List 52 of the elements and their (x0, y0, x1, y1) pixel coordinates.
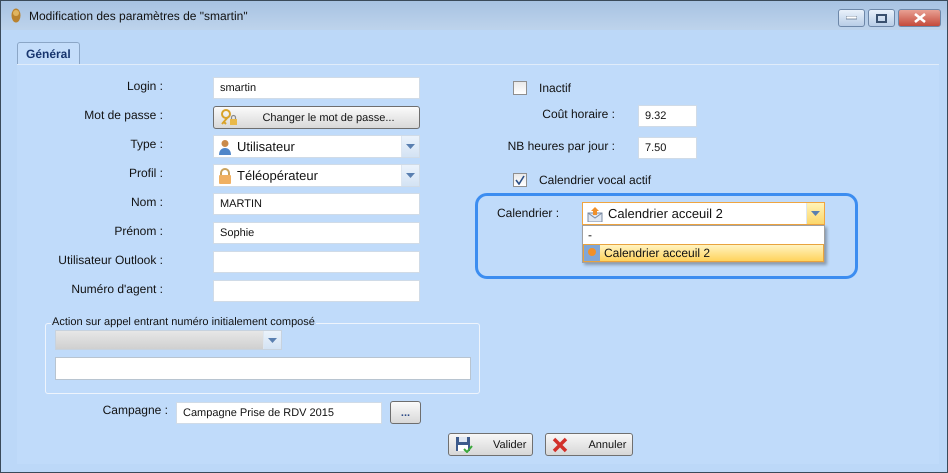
checkbox-label: Inactif (539, 81, 572, 95)
window-title: Modification des paramètres de "smartin" (29, 8, 249, 22)
checkbox[interactable] (513, 81, 527, 95)
checkbox-label: Calendrier vocal actif (539, 173, 652, 187)
dropdown-option[interactable]: Calendrier acceuil 2 (583, 244, 824, 262)
change-password-button[interactable]: Changer le mot de passe... (213, 106, 420, 129)
field-label: Campagne : (102, 402, 168, 417)
browse-button[interactable]: ... (390, 401, 421, 424)
field-label: Mot de passe : (83, 107, 163, 122)
input-field[interactable] (213, 280, 420, 302)
lock-icon (218, 168, 232, 184)
cancel-button[interactable]: Annuler (545, 433, 634, 456)
person-icon (218, 138, 232, 154)
field-label: Utilisateur Outlook : (57, 252, 163, 267)
key-lock-icon (220, 109, 238, 126)
input-field[interactable]: 9.32 (638, 105, 697, 127)
close-icon (914, 13, 926, 23)
dropdown[interactable]: Utilisateur (213, 135, 420, 158)
field-label: Calendrier : (497, 205, 560, 220)
field-label: NB heures par jour : (506, 138, 615, 153)
tab[interactable]: Général (17, 42, 80, 65)
input-field[interactable]: Sophie (213, 222, 420, 244)
input-field[interactable] (55, 357, 471, 380)
group-title: Action sur appel entrant numéro initialement composé (51, 316, 316, 328)
field-label: Prénom : (113, 223, 163, 238)
field-label: Coût horaire : (541, 106, 615, 121)
input-field[interactable]: MARTIN (213, 193, 420, 215)
field-label: Numéro d'agent : (70, 281, 163, 296)
caret-icon (811, 211, 820, 216)
close-button[interactable] (898, 9, 941, 27)
validate-button[interactable]: Valider (448, 433, 534, 456)
maximize-icon (876, 14, 887, 22)
field-label: Type : (129, 136, 163, 151)
minimize-icon (846, 16, 857, 20)
app-icon (11, 8, 21, 23)
input-field[interactable]: Campagne Prise de RDV 2015 (176, 402, 382, 424)
caret-icon (406, 144, 415, 149)
dropdown[interactable]: Téléopérateur (213, 164, 420, 187)
maximize-button[interactable] (868, 9, 895, 27)
envelope-icon (587, 206, 603, 222)
minimize-button[interactable] (838, 9, 865, 27)
input-field[interactable]: 7.50 (638, 137, 697, 159)
field-label: Profil : (128, 165, 163, 180)
cancel-icon (552, 436, 568, 452)
caret-icon (268, 338, 277, 342)
caret-icon (406, 173, 415, 178)
checkbox[interactable] (513, 173, 527, 187)
field-label: Login : (126, 78, 163, 93)
dropdown-option[interactable]: - (583, 226, 824, 244)
field-label: Nom : (130, 194, 163, 209)
input-field[interactable] (213, 251, 420, 273)
input-field[interactable]: smartin (213, 77, 420, 99)
